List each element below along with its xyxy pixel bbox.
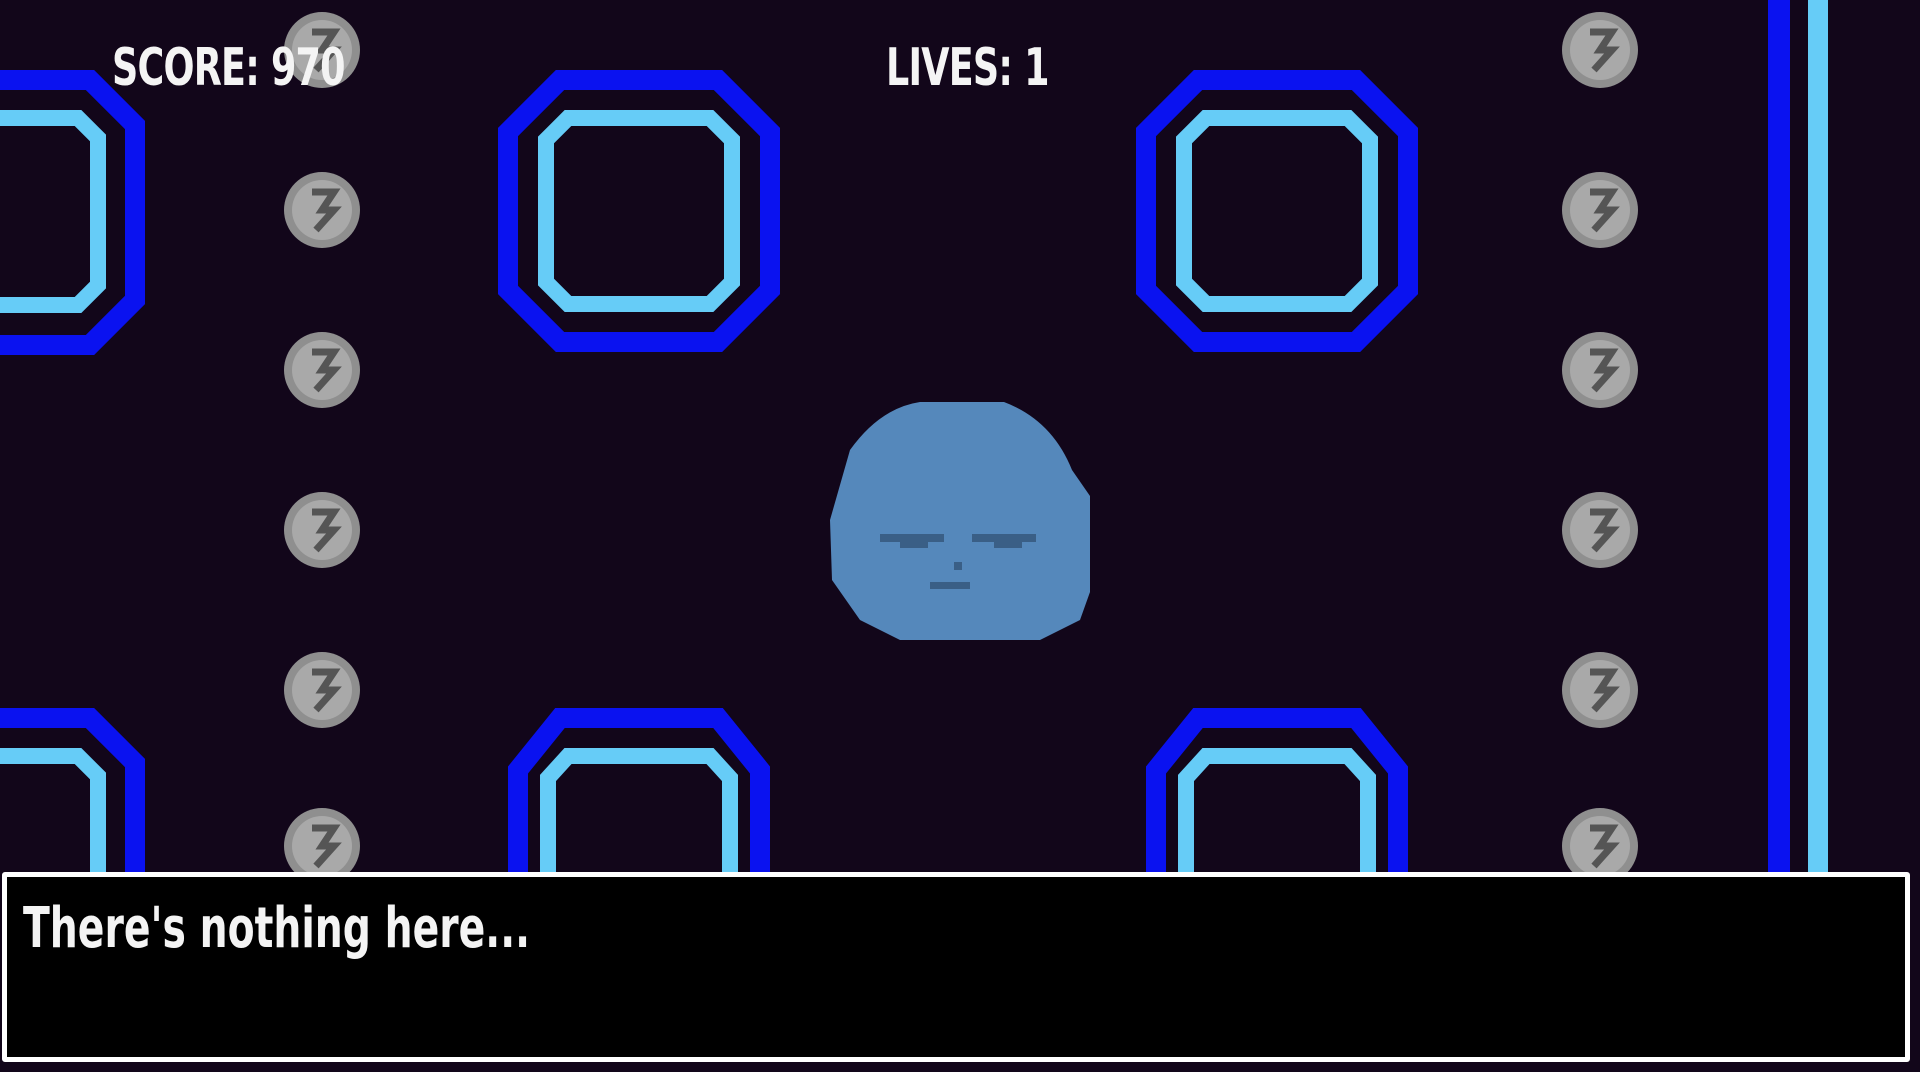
dialog-box[interactable]: There's nothing here... (2, 872, 1910, 1062)
coin-column-right (1562, 12, 1638, 884)
coin (1562, 492, 1638, 568)
maze-wall-block (1146, 708, 1408, 880)
game-screen: SCORE: 970 LIVES: 1 There's nothing here… (0, 0, 1920, 1072)
coin (1562, 332, 1638, 408)
coin (1562, 652, 1638, 728)
coin (1562, 172, 1638, 248)
coin (1562, 12, 1638, 88)
maze-wall-block (0, 70, 145, 355)
maze-wall-block (508, 708, 770, 880)
maze-wall-block (1136, 70, 1418, 352)
maze-right-border-wall (1768, 0, 1828, 880)
dialog-message: There's nothing here... (23, 896, 531, 961)
score-display: SCORE: 970 (112, 38, 346, 98)
player-character (830, 402, 1090, 640)
coin (284, 492, 360, 568)
maze-wall-block (498, 70, 780, 352)
coin (284, 652, 360, 728)
lives-display: LIVES: 1 (886, 38, 1049, 98)
coin-column-left (284, 12, 360, 884)
coin (284, 332, 360, 408)
maze-wall-block (0, 708, 145, 880)
coin (284, 172, 360, 248)
